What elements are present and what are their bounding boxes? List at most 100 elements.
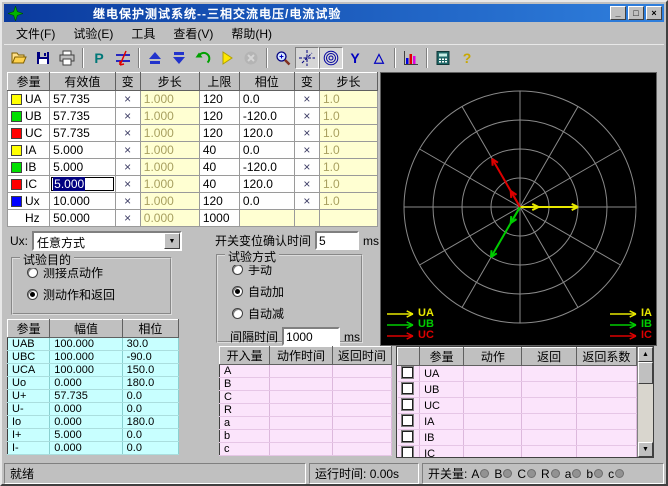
phase-cell[interactable]: 0.0 [239, 142, 294, 159]
test-mode-option-2[interactable]: 自动减 [232, 305, 361, 322]
vary-toggle-cell[interactable]: × [294, 176, 319, 193]
waveform-icon-button[interactable] [399, 47, 423, 69]
stop-icon-button[interactable] [239, 47, 263, 69]
limit-cell[interactable]: 120 [199, 193, 239, 210]
vary-toggle-cell[interactable]: × [294, 108, 319, 125]
close-button[interactable]: × [646, 6, 662, 20]
value-cell[interactable]: 5.000 [50, 176, 115, 193]
menu-item-3[interactable]: 查看(V) [165, 23, 221, 44]
row-checkbox[interactable] [402, 415, 413, 426]
param-table-header: 变 [115, 73, 140, 91]
minimize-button[interactable]: _ [610, 6, 626, 20]
limit-cell[interactable]: 120 [199, 91, 239, 108]
step-cell: 1.000 [140, 159, 199, 176]
phase-cell[interactable]: 0.0 [239, 193, 294, 210]
result-table-scrollbar[interactable]: ▲ ▼ [637, 347, 653, 457]
vary-toggle-cell[interactable]: × [115, 159, 140, 176]
run-icon-button[interactable] [215, 47, 239, 69]
vary-toggle-cell[interactable]: × [115, 193, 140, 210]
reset-icon-button[interactable] [191, 47, 215, 69]
test-purpose-radio-1[interactable] [27, 289, 38, 300]
calculator-icon-button[interactable] [431, 47, 455, 69]
limit-cell[interactable]: 120 [199, 108, 239, 125]
print-icon-button[interactable] [55, 47, 79, 69]
toolbar-separator [82, 48, 84, 68]
save-file-icon-button[interactable] [31, 47, 55, 69]
delta-icon-button[interactable]: △ [367, 47, 391, 69]
test-mode-option-1[interactable]: 自动加 [232, 283, 361, 300]
vary-toggle-cell[interactable]: × [115, 176, 140, 193]
vary-toggle-cell[interactable]: × [115, 91, 140, 108]
menu-item-4[interactable]: 帮助(H) [223, 23, 280, 44]
value-cell[interactable]: 50.000 [50, 210, 115, 227]
test-mode-radio-0[interactable] [232, 264, 243, 275]
row-checkbox[interactable] [402, 383, 413, 394]
phase-cell[interactable]: -120.0 [239, 159, 294, 176]
test-mode-radio-1[interactable] [232, 286, 243, 297]
polar-grid-icon-button[interactable] [319, 47, 343, 69]
interval-input[interactable] [282, 327, 340, 346]
vary-toggle-cell[interactable]: × [294, 159, 319, 176]
action-time-cell [270, 404, 332, 417]
limit-cell[interactable]: 40 [199, 142, 239, 159]
test-purpose-option-1[interactable]: 测动作和返回 [27, 286, 170, 303]
input-channel-label: C [220, 391, 270, 404]
value-cell[interactable]: 57.735 [50, 91, 115, 108]
vary-toggle-cell[interactable]: × [294, 125, 319, 142]
step-down-icon-button[interactable] [167, 47, 191, 69]
vary-toggle-cell[interactable]: × [115, 142, 140, 159]
test-purpose-radio-0[interactable] [27, 267, 38, 278]
zoom-in-icon-button[interactable] [271, 47, 295, 69]
row-checkbox[interactable] [402, 367, 413, 378]
wye-icon-button[interactable]: Y [343, 47, 367, 69]
value-cell[interactable]: 5.000 [50, 142, 115, 159]
ux-mode-select[interactable]: 任意方式 ▼ [32, 231, 182, 251]
step-up-icon-button[interactable] [143, 47, 167, 69]
vary-toggle-cell[interactable] [294, 210, 319, 227]
row-checkbox[interactable] [402, 399, 413, 410]
open-file-icon-button[interactable] [7, 47, 31, 69]
vary-toggle-cell[interactable]: × [115, 108, 140, 125]
set-param-icon-button[interactable]: P [87, 47, 111, 69]
help-icon-button[interactable]: ? [455, 47, 479, 69]
limit-cell[interactable]: 120 [199, 125, 239, 142]
switch-confirm-time-input[interactable] [315, 231, 359, 250]
vary-toggle-cell[interactable]: × [294, 193, 319, 210]
legend-item-IC: IC [609, 330, 652, 341]
value-cell[interactable]: 57.735 [50, 108, 115, 125]
scroll-up-icon[interactable]: ▲ [638, 347, 653, 362]
limit-cell[interactable]: 40 [199, 159, 239, 176]
vary-toggle-cell[interactable]: × [115, 210, 140, 227]
phase-cell[interactable]: -120.0 [239, 108, 294, 125]
phase-cell[interactable] [239, 210, 294, 227]
result-row-UA: UA [398, 366, 637, 382]
axes-icon-button[interactable] [295, 47, 319, 69]
limit-cell[interactable]: 40 [199, 176, 239, 193]
menu-item-2[interactable]: 工具 [123, 23, 163, 44]
phase-cell[interactable]: 120.0 [239, 176, 294, 193]
vary-toggle-cell[interactable]: × [115, 125, 140, 142]
chevron-down-icon[interactable]: ▼ [164, 233, 180, 249]
test-mode-radio-2[interactable] [232, 308, 243, 319]
scroll-down-icon[interactable]: ▼ [638, 442, 653, 457]
return-time-cell [332, 391, 391, 404]
checkbox-cell [398, 382, 420, 398]
value-cell[interactable]: 10.000 [50, 193, 115, 210]
menu-item-1[interactable]: 试验(E) [65, 23, 121, 44]
row-checkbox[interactable] [402, 431, 413, 442]
vary-toggle-cell[interactable]: × [294, 91, 319, 108]
menu-item-0[interactable]: 文件(F) [8, 23, 63, 44]
value-cell[interactable]: 5.000 [50, 159, 115, 176]
action-time-cell [270, 443, 332, 456]
scrollbar-thumb[interactable] [638, 362, 653, 384]
value-cell[interactable]: 57.735 [50, 125, 115, 142]
short-circuit-icon-button[interactable] [111, 47, 135, 69]
value-editor[interactable]: 5.000 [51, 177, 113, 191]
row-checkbox[interactable] [402, 447, 413, 458]
maximize-button[interactable]: □ [628, 6, 644, 20]
vary-toggle-cell[interactable]: × [294, 142, 319, 159]
legend-label: IC [641, 330, 652, 341]
phase-cell[interactable]: 120.0 [239, 125, 294, 142]
limit-cell[interactable]: 1000 [199, 210, 239, 227]
phase-cell[interactable]: 0.0 [239, 91, 294, 108]
